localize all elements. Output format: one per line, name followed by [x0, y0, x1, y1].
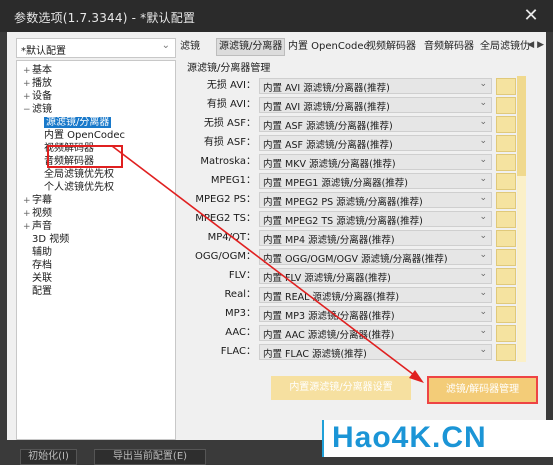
annotation-arrow-line [111, 145, 419, 379]
annotation-arrow [111, 145, 424, 383]
watermark-text: Hao4K.CN [332, 421, 487, 454]
init-button[interactable]: 初始化(I) [20, 449, 77, 465]
watermark: Hao4K.CN [322, 420, 553, 457]
export-config-button[interactable]: 导出当前配置(E) [94, 449, 206, 465]
